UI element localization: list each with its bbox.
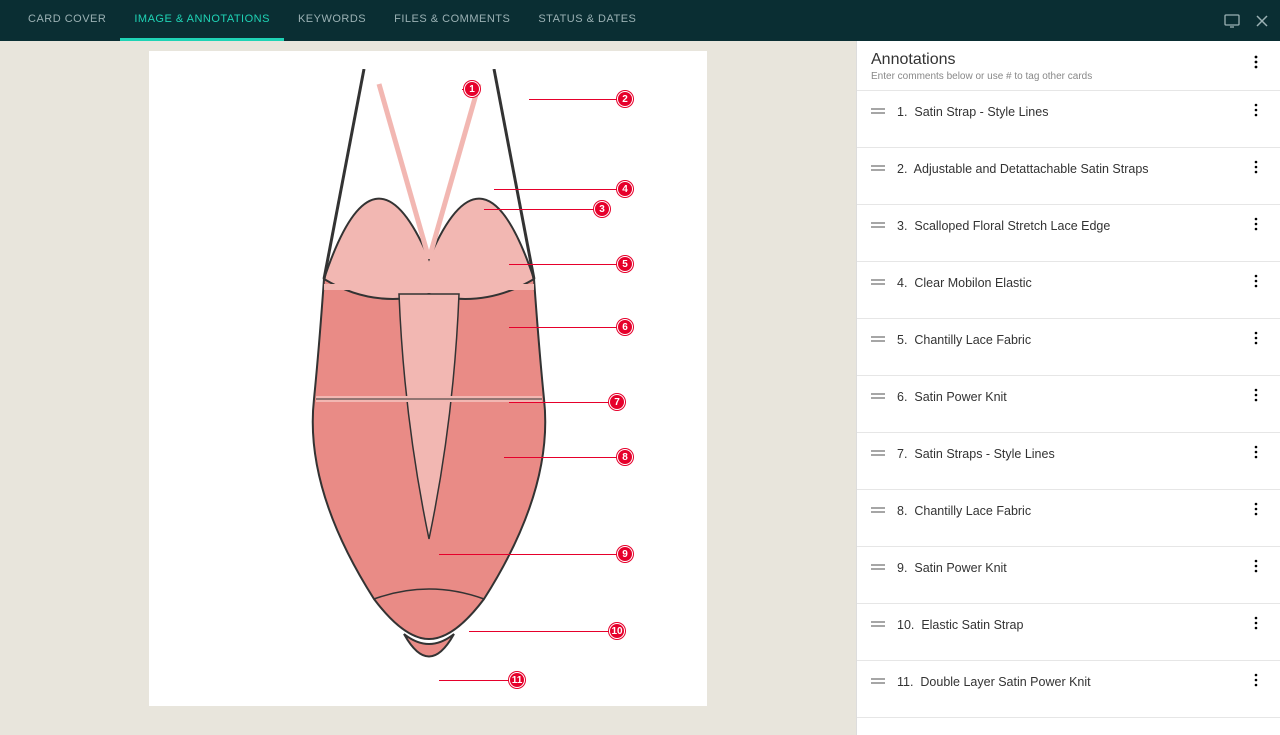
product-sketch [264, 69, 594, 689]
annotation-leader-line [484, 209, 594, 210]
drag-handle-icon[interactable] [871, 107, 885, 115]
annotation-row-menu-icon[interactable] [1254, 673, 1268, 687]
tab-files-comments[interactable]: FILES & COMMENTS [380, 0, 524, 41]
annotation-marker[interactable]: 4 [617, 181, 633, 197]
annotation-marker[interactable]: 11 [509, 672, 525, 688]
annotation-row-menu-icon[interactable] [1254, 217, 1268, 231]
annotation-text[interactable]: 9. Satin Power Knit [897, 561, 1007, 575]
annotation-leader-line [509, 402, 609, 403]
annotation-row-menu-icon[interactable] [1254, 445, 1268, 459]
annotation-text[interactable]: 10. Elastic Satin Strap [897, 618, 1023, 632]
annotations-panel: Annotations Enter comments below or use … [856, 41, 1280, 735]
drag-handle-icon[interactable] [871, 620, 885, 628]
annotation-row[interactable]: 4. Clear Mobilon Elastic [857, 262, 1280, 319]
annotation-row[interactable]: 2. Adjustable and Detattachable Satin St… [857, 148, 1280, 205]
annotation-leader-line [439, 554, 617, 555]
tab-image-annotations[interactable]: IMAGE & ANNOTATIONS [120, 0, 284, 41]
tab-card-cover[interactable]: CARD COVER [14, 0, 120, 41]
annotation-leader-line [469, 631, 609, 632]
annotation-marker[interactable]: 5 [617, 256, 633, 272]
annotation-text[interactable]: 5. Chantilly Lace Fabric [897, 333, 1031, 347]
annotation-leader-line [504, 457, 617, 458]
annotation-row-menu-icon[interactable] [1254, 616, 1268, 630]
annotation-marker[interactable]: 1 [464, 81, 480, 97]
drag-handle-icon[interactable] [871, 677, 885, 685]
annotation-marker[interactable]: 9 [617, 546, 633, 562]
annotation-row[interactable]: 1. Satin Strap - Style Lines [857, 91, 1280, 148]
drag-handle-icon[interactable] [871, 335, 885, 343]
annotation-row[interactable]: 3. Scalloped Floral Stretch Lace Edge [857, 205, 1280, 262]
topbar-right-controls [1224, 0, 1268, 41]
annotation-leader-line [494, 189, 617, 190]
drag-handle-icon[interactable] [871, 164, 885, 172]
annotation-row[interactable]: 8. Chantilly Lace Fabric [857, 490, 1280, 547]
annotation-row-menu-icon[interactable] [1254, 331, 1268, 345]
annotation-row[interactable]: 6. Satin Power Knit [857, 376, 1280, 433]
annotations-panel-menu-icon[interactable] [1254, 55, 1268, 69]
annotation-row-menu-icon[interactable] [1254, 559, 1268, 573]
drag-handle-icon[interactable] [871, 392, 885, 400]
canvas-area: 1 2 34 5 6 7 8 9 10 11 [0, 41, 856, 735]
annotation-row-menu-icon[interactable] [1254, 103, 1268, 117]
annotation-row[interactable]: 5. Chantilly Lace Fabric [857, 319, 1280, 376]
annotation-row-menu-icon[interactable] [1254, 274, 1268, 288]
drag-handle-icon[interactable] [871, 563, 885, 571]
annotation-text[interactable]: 3. Scalloped Floral Stretch Lace Edge [897, 219, 1110, 233]
annotations-panel-header: Annotations Enter comments below or use … [857, 41, 1280, 91]
annotation-row[interactable]: 10. Elastic Satin Strap [857, 604, 1280, 661]
top-tabs-bar: CARD COVER IMAGE & ANNOTATIONS KEYWORDS … [0, 0, 1280, 41]
drag-handle-icon[interactable] [871, 506, 885, 514]
annotation-row-menu-icon[interactable] [1254, 160, 1268, 174]
drag-handle-icon[interactable] [871, 278, 885, 286]
annotation-text[interactable]: 11. Double Layer Satin Power Knit [897, 675, 1091, 689]
annotation-marker[interactable]: 7 [609, 394, 625, 410]
image-canvas[interactable]: 1 2 34 5 6 7 8 9 10 11 [149, 51, 707, 706]
annotation-row[interactable]: 7. Satin Straps - Style Lines [857, 433, 1280, 490]
annotation-row[interactable]: 9. Satin Power Knit [857, 547, 1280, 604]
annotation-row-menu-icon[interactable] [1254, 388, 1268, 402]
annotation-marker[interactable]: 6 [617, 319, 633, 335]
tab-keywords[interactable]: KEYWORDS [284, 0, 380, 41]
annotations-title: Annotations [871, 51, 1266, 69]
drag-handle-icon[interactable] [871, 449, 885, 457]
annotation-text[interactable]: 2. Adjustable and Detattachable Satin St… [897, 162, 1149, 176]
drag-handle-icon[interactable] [871, 221, 885, 229]
annotation-text[interactable]: 4. Clear Mobilon Elastic [897, 276, 1032, 290]
annotation-marker[interactable]: 8 [617, 449, 633, 465]
presentation-mode-icon[interactable] [1224, 14, 1240, 28]
annotation-text[interactable]: 7. Satin Straps - Style Lines [897, 447, 1055, 461]
annotation-text[interactable]: 8. Chantilly Lace Fabric [897, 504, 1031, 518]
close-icon[interactable] [1256, 15, 1268, 27]
annotation-marker[interactable]: 3 [594, 201, 610, 217]
annotation-leader-line [509, 264, 617, 265]
annotation-marker[interactable]: 10 [609, 623, 625, 639]
annotation-row[interactable]: 11. Double Layer Satin Power Knit [857, 661, 1280, 718]
tab-status-dates[interactable]: STATUS & DATES [524, 0, 650, 41]
annotation-text[interactable]: 1. Satin Strap - Style Lines [897, 105, 1048, 119]
annotations-subtitle: Enter comments below or use # to tag oth… [871, 71, 1266, 82]
annotation-text[interactable]: 6. Satin Power Knit [897, 390, 1007, 404]
annotation-row-menu-icon[interactable] [1254, 502, 1268, 516]
annotation-leader-line [439, 680, 509, 681]
annotation-leader-line [509, 327, 617, 328]
annotation-leader-line [529, 99, 617, 100]
annotation-marker[interactable]: 2 [617, 91, 633, 107]
